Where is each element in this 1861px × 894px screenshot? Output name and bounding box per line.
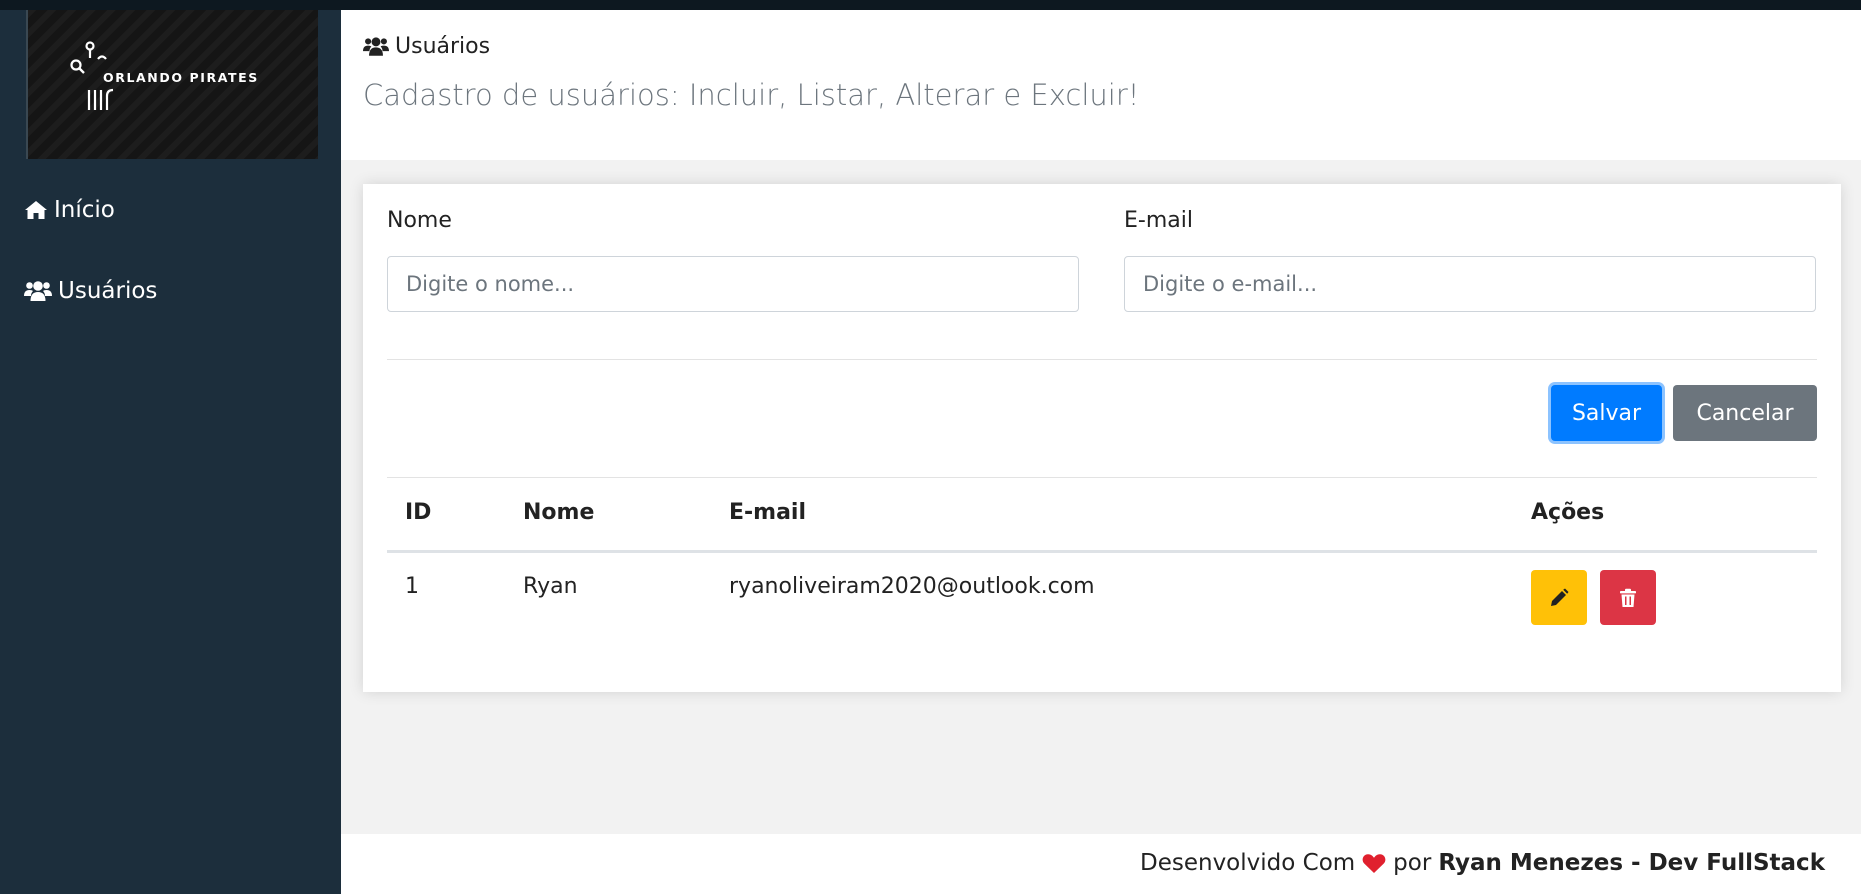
table-header-nome: Nome [523,500,595,525]
save-button[interactable]: Salvar [1551,385,1662,441]
footer-prefix: Desenvolvido Com [1140,850,1356,876]
page-header: Usuários Cadastro de usuários: Incluir, … [341,10,1861,160]
brand-logo[interactable]: ORLANDO PIRATES [26,10,318,159]
sidebar-item-inicio[interactable]: Início [24,190,115,230]
user-form-card: Nome E-mail Salvar Cancelar ID Nome E-ma… [363,184,1841,692]
table-header-acoes: Ações [1531,500,1605,525]
name-input[interactable] [387,256,1079,312]
window-top-strip [0,0,1861,10]
sidebar-item-usuarios[interactable]: Usuários [24,271,157,311]
table-top-divider [387,477,1817,478]
brand-logo-text: ORLANDO PIRATES [103,70,259,85]
delete-user-button[interactable] [1600,570,1656,625]
table-header-divider [387,550,1817,553]
home-icon [25,201,47,219]
email-label: E-mail [1124,208,1193,233]
footer-author: Ryan Menezes - Dev FullStack [1438,850,1825,876]
page-footer: Desenvolvido Com por Ryan Menezes - Dev … [341,834,1861,894]
edit-user-button[interactable] [1531,570,1587,625]
table-cell-email: ryanoliveiram2020@outlook.com [729,574,1095,599]
heart-icon [1362,853,1386,873]
trash-icon [1620,588,1636,607]
name-label: Nome [387,208,452,233]
users-icon [24,281,52,301]
users-icon [363,37,389,56]
sidebar-item-label: Usuários [58,278,158,304]
sidebar-item-label: Início [54,197,115,223]
cancel-button[interactable]: Cancelar [1673,385,1817,441]
table-cell-id: 1 [405,574,419,599]
footer-middle: por [1393,850,1432,876]
page-subtitle: Cadastro de usuários: Incluir, Listar, A… [363,78,1140,112]
form-divider [387,359,1817,360]
table-cell-nome: Ryan [523,574,578,599]
sidebar: ORLANDO PIRATES Início Usuários [0,10,341,894]
main-content: Usuários Cadastro de usuários: Incluir, … [341,10,1861,894]
page-title: Usuários [363,34,490,59]
table-header-id: ID [405,500,432,525]
table-header-email: E-mail [729,500,807,525]
page-title-text: Usuários [395,34,491,59]
pencil-icon [1551,588,1569,606]
email-input[interactable] [1124,256,1816,312]
footer-credit: Desenvolvido Com por Ryan Menezes - Dev … [1140,850,1825,876]
